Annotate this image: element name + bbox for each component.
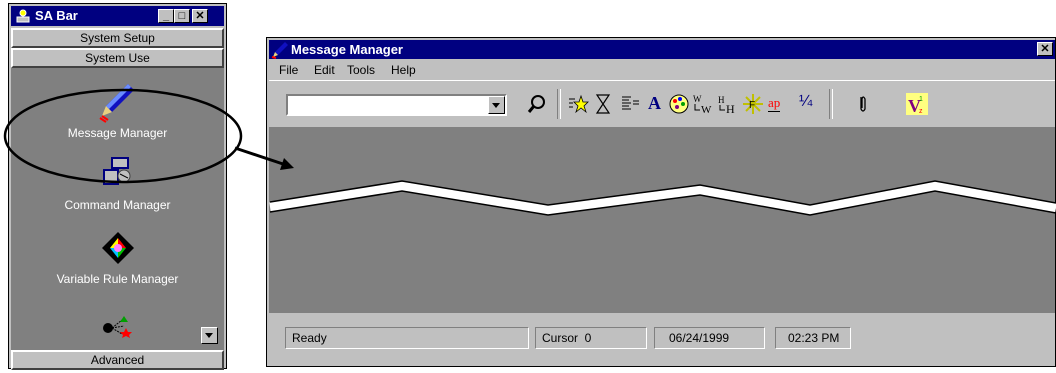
palette-icon[interactable] [668, 93, 690, 115]
search-icon[interactable] [526, 93, 548, 115]
tool-label: Variable Rule Manager [56, 272, 179, 286]
svg-text:W: W [693, 94, 702, 104]
status-time: 02:23 PM [775, 327, 851, 349]
sa-bar-title: SA Bar [35, 8, 78, 23]
tool-label: Command Manager [64, 198, 171, 212]
scroll-down-button[interactable] [201, 327, 218, 344]
toolbar-separator [829, 89, 833, 119]
menu-help[interactable]: Help [391, 63, 416, 77]
menu-file[interactable]: File [279, 63, 298, 77]
pen-icon [271, 42, 288, 59]
tool-label: Message Manager [67, 126, 168, 140]
tool-message-manager[interactable]: Message Manager [11, 82, 224, 140]
heading-icon[interactable]: HH [717, 93, 739, 115]
chevron-down-icon[interactable] [488, 96, 505, 114]
status-date: 06/24/1999 [654, 327, 765, 349]
fraction-glyph: ¼ [799, 93, 813, 110]
advanced-button[interactable]: Advanced [11, 350, 224, 370]
system-setup-button[interactable]: System Setup [11, 28, 224, 48]
ap-icon[interactable]: ap [767, 93, 791, 115]
variable-icon[interactable]: V1z [906, 93, 928, 115]
tool-network[interactable] [11, 314, 224, 338]
status-message: Ready [285, 327, 529, 349]
word-wrap-icon[interactable]: WW [692, 93, 714, 115]
minimize-button[interactable]: _ [158, 9, 174, 23]
fraction-icon[interactable]: ¼ [797, 93, 819, 115]
menu-tools[interactable]: Tools [347, 63, 375, 77]
svg-text:z: z [919, 108, 923, 115]
message-manager-window: Message Manager ✕ File Edit Tools Help A [266, 37, 1056, 367]
sa-bar-app-icon [15, 8, 31, 24]
maximize-button[interactable]: □ [174, 9, 190, 23]
svg-text:F: F [749, 100, 755, 111]
attachment-icon[interactable] [852, 93, 874, 115]
message-combo-box[interactable] [286, 94, 507, 116]
sa-bar-window: SA Bar _ □ ✕ System Setup System Use Mes… [8, 3, 227, 370]
svg-text:H: H [718, 95, 725, 105]
font-icon[interactable]: A [645, 93, 667, 115]
message-manager-title: Message Manager [291, 42, 403, 57]
message-workspace[interactable] [269, 127, 1055, 313]
svg-text:H: H [726, 102, 735, 115]
close-button[interactable]: ✕ [192, 9, 208, 23]
message-manager-titlebar[interactable]: Message Manager ✕ [269, 40, 1055, 59]
highlight-icon[interactable]: F [742, 93, 764, 115]
network-nodes-icon [102, 316, 132, 338]
font-glyph: A [648, 93, 661, 113]
star-icon[interactable] [567, 93, 589, 115]
sa-bar-titlebar[interactable]: SA Bar _ □ ✕ [11, 6, 224, 26]
toolbar: A WW HH F ap ¼ V1z [269, 80, 1055, 127]
toolbar-separator [557, 89, 561, 119]
menu-edit[interactable]: Edit [314, 63, 335, 77]
status-bar: Ready Cursor 0 06/24/1999 02:23 PM [269, 315, 1055, 363]
color-diamond-icon [101, 232, 134, 264]
tool-command-manager[interactable]: Command Manager [11, 156, 224, 212]
align-icon[interactable] [619, 93, 641, 115]
tool-variable-rule-manager[interactable]: Variable Rule Manager [11, 228, 224, 286]
status-cursor: Cursor 0 [535, 327, 647, 349]
tool-panel: Message Manager Command Manager Variable… [11, 68, 224, 350]
ap-glyph: ap [768, 95, 781, 112]
command-icon [102, 157, 130, 185]
close-button[interactable]: ✕ [1037, 42, 1053, 56]
pen-icon [98, 84, 134, 123]
svg-text:1: 1 [919, 96, 923, 103]
menu-bar: File Edit Tools Help [269, 60, 1055, 80]
hourglass-icon[interactable] [592, 93, 614, 115]
svg-text:W: W [701, 104, 712, 115]
system-use-button[interactable]: System Use [11, 48, 224, 68]
